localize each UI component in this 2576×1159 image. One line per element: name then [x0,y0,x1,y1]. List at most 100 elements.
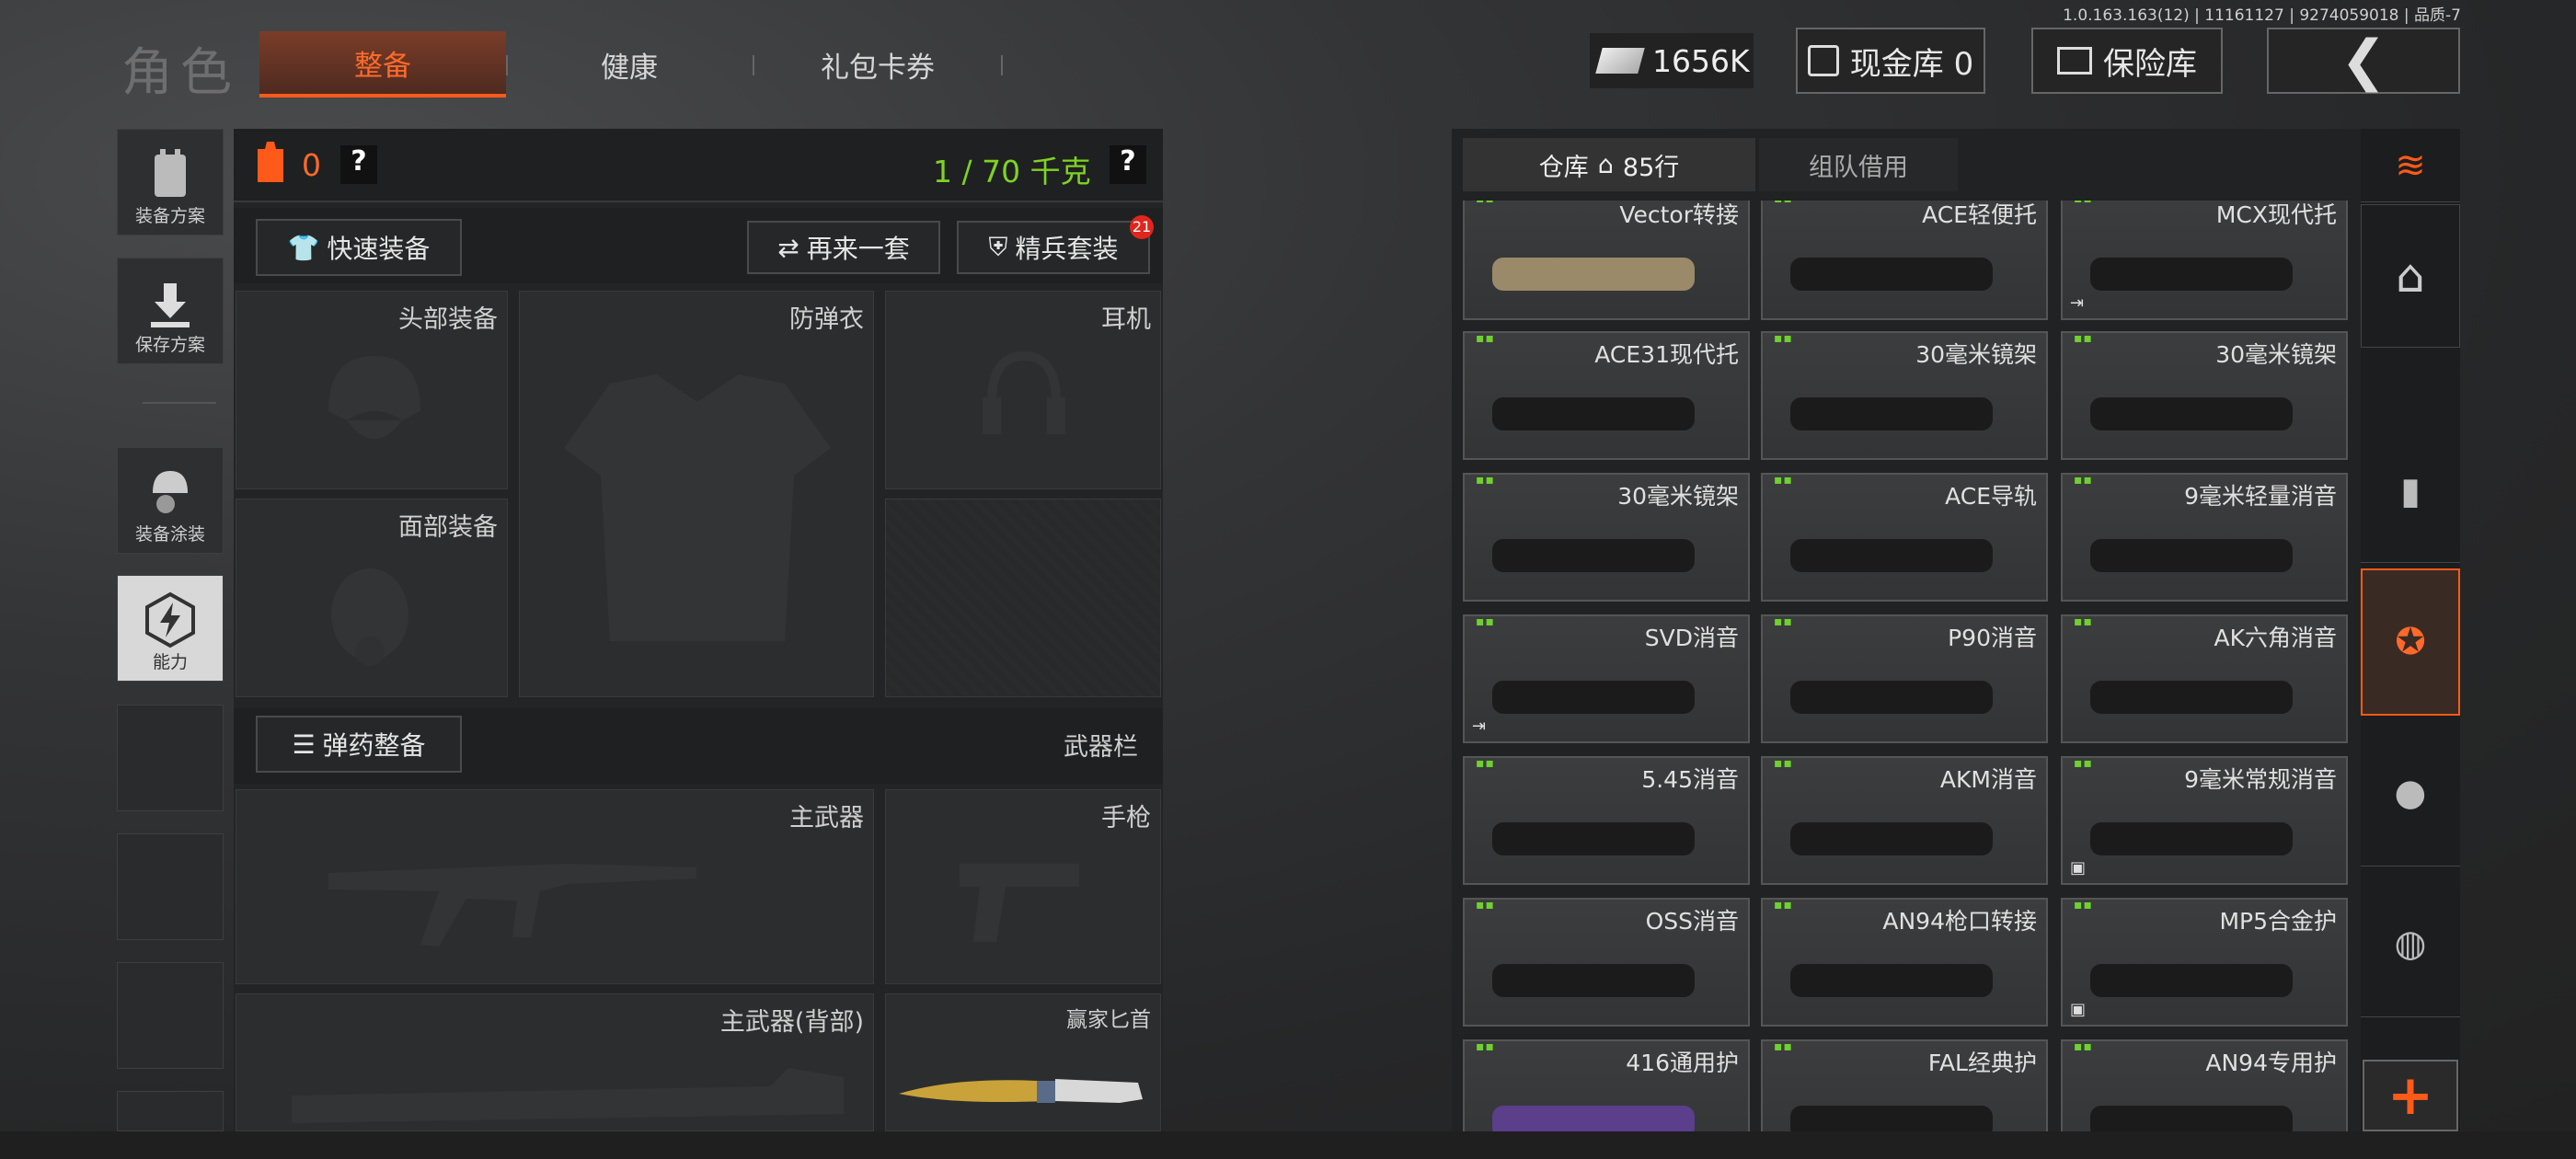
category-attachments-icon[interactable]: ✪ [2361,568,2460,716]
storage-item[interactable]: ▪▪ AKM消音 [1761,756,2048,885]
storage-item[interactable]: ▪▪ 30毫米镜架 [1761,331,2048,460]
help-icon[interactable]: ? [340,145,377,184]
tab-divider [1001,55,1003,75]
storage-item-name: Vector转接 [1619,201,1739,228]
headset-slot[interactable]: 耳机 [885,291,1161,489]
back-weapon-slot[interactable]: 主武器(背部) [236,993,874,1131]
storage-item[interactable]: ▪▪ P90消音 [1761,614,2048,743]
durability-dots: ▪▪ [1774,201,1793,206]
rifle-silhouette-icon [292,1068,844,1123]
weight-display: 1 / 70 千克 [933,154,1091,189]
back-button[interactable]: ❮ [2267,28,2460,94]
durability-dots: ▪▪ [2074,614,2093,629]
refresh-icon: ⇄ [777,232,799,263]
vest-icon [155,149,186,197]
tab-equip[interactable]: 整备 [259,31,506,98]
category-misc-icon[interactable]: ◍ [2361,870,2460,1017]
cash-vault-button[interactable]: 现金库 0 [1796,28,1985,94]
storage-item-name: ACE31现代托 [1594,341,1739,368]
quick-equip-button[interactable]: 👕 快速装备 [256,219,462,276]
storage-item[interactable]: ▪▪ 30毫米镜架 [1463,473,1750,602]
face-slot[interactable]: 面部装备 [236,499,508,697]
attachment-image-icon [1492,681,1695,714]
pistol-slot[interactable]: 手枪 [885,789,1161,984]
loadout-plan-label: 装备方案 [134,206,205,226]
category-home-icon[interactable]: ⌂ [2361,204,2460,348]
storage-item-name: 9毫米常规消音 [2184,766,2337,793]
loadout-plan-button[interactable]: 装备方案 [117,129,224,235]
download-icon [151,283,190,327]
elite-set-button[interactable]: ⛨ 精兵套装 [957,221,1150,274]
safe-icon [2057,47,2092,75]
home-icon: ⌂ [1597,150,1614,179]
safe-button[interactable]: 保险库 [2031,28,2223,94]
storage-item[interactable]: ▪▪ FAL经典护 [1761,1039,2048,1131]
storage-item[interactable]: ▪▪ OSS消音 [1463,898,1750,1027]
storage-item[interactable]: ▪▪ ACE31现代托 [1463,331,1750,460]
money-display: 1656K [1590,33,1754,88]
attachment-image-icon [1790,397,1993,430]
storage-item[interactable]: ▪▪ 9毫米常规消音 ▣ [2061,756,2348,885]
head-slot[interactable]: 头部装备 [236,291,508,489]
category-grenade-icon[interactable]: ● [2361,719,2460,866]
vault-icon [1807,45,1839,76]
tab-gifts[interactable]: 礼包卡券 [754,31,1001,98]
storage-grid: ▪▪ Vector转接 ▪▪ ACE轻便托 ▪▪ MCX现代托 ⇥ ▪▪ ACE31现代托 ▪▪ 3… [1452,201,2363,1131]
again-button[interactable]: ⇄ 再来一套 [747,221,940,274]
weapon-bar-label: 武器栏 [1064,733,1138,762]
body-armor-slot[interactable]: 防弹衣 [519,291,874,697]
storage-item[interactable]: ▪▪ MP5合金护 ▣ [2061,898,2348,1027]
attachment-image-icon [1492,258,1695,291]
tab-team-borrow[interactable]: 组队借用 [1759,138,1958,191]
storage-item[interactable]: ▪▪ AN94专用护 [2061,1039,2348,1131]
storage-item[interactable]: ▪▪ AN94枪口转接 [1761,898,2048,1027]
tab-storage[interactable]: 仓库 ⌂ 85行 [1463,138,1755,191]
storage-item-name: SVD消音 [1644,625,1739,651]
knife-slot[interactable]: 赢家匕首 [885,993,1161,1131]
body-armor-slot-label: 防弹衣 [789,305,864,334]
ammo-icon: ☰ [292,729,316,760]
storage-item-name: AK六角消音 [2214,625,2338,651]
attachment-image-icon [2090,822,2293,855]
sidebar-divider [143,402,216,404]
primary-weapon-label: 主武器 [789,804,864,832]
storage-item[interactable]: ▪▪ AK六角消音 [2061,614,2348,743]
storage-item[interactable]: ▪▪ ACE轻便托 [1761,201,2048,320]
add-icon[interactable]: + [2363,1060,2458,1131]
storage-item[interactable]: ▪▪ 9毫米轻量消音 [2061,473,2348,602]
attachment-image-icon [2090,539,2293,572]
gas-mask-silhouette-icon [331,568,408,666]
back-icon: ❮ [2340,29,2387,93]
attachment-image-icon [1790,539,1993,572]
tab-health[interactable]: 健康 [508,31,751,98]
storage-item[interactable]: ▪▪ ACE导轨 [1761,473,2048,602]
ammo-equip-button[interactable]: ☰ 弹药整备 [256,716,462,773]
shield-icon: ⛨ [988,232,1008,262]
category-ammo-icon[interactable]: ▮ [2361,419,2460,563]
save-plan-button[interactable]: 保存方案 [117,258,224,364]
help-icon[interactable]: ? [1110,145,1146,184]
durability-dots: ▪▪ [1476,473,1495,488]
rifle-silhouette-icon [328,864,696,947]
attachment-image-icon [2090,1106,2293,1131]
storage-item-name: AN94枪口转接 [1882,908,2037,935]
storage-item[interactable]: ▪▪ MCX现代托 ⇥ [2061,201,2348,320]
storage-item-name: ACE轻便托 [1922,201,2037,228]
storage-item-name: MCX现代托 [2215,201,2337,228]
storage-item[interactable]: ▪▪ SVD消音 ⇥ [1463,614,1750,743]
storage-item[interactable]: ▪▪ 5.45消音 [1463,756,1750,885]
storage-item[interactable]: ▪▪ 30毫米镜架 [2061,331,2348,460]
durability-dots: ▪▪ [2074,473,2093,488]
attachment-image-icon [1492,822,1695,855]
storage-item[interactable]: ▪▪ 416通用护 [1463,1039,1750,1131]
attachment-image-icon [1790,258,1993,291]
tab-storage-label: 仓库 [1538,153,1589,182]
storage-item[interactable]: ▪▪ Vector转接 [1463,201,1750,320]
equip-skin-button[interactable]: 装备涂装 [117,447,224,554]
stack-sort-icon[interactable]: ≋ [2361,129,2460,202]
cash-icon [1595,48,1645,74]
storage-item-name: P90消音 [1948,625,2037,651]
primary-weapon-slot[interactable]: 主武器 [236,789,874,984]
ability-button[interactable]: 能力 [117,575,224,682]
durability-dots: ▪▪ [1774,473,1793,488]
